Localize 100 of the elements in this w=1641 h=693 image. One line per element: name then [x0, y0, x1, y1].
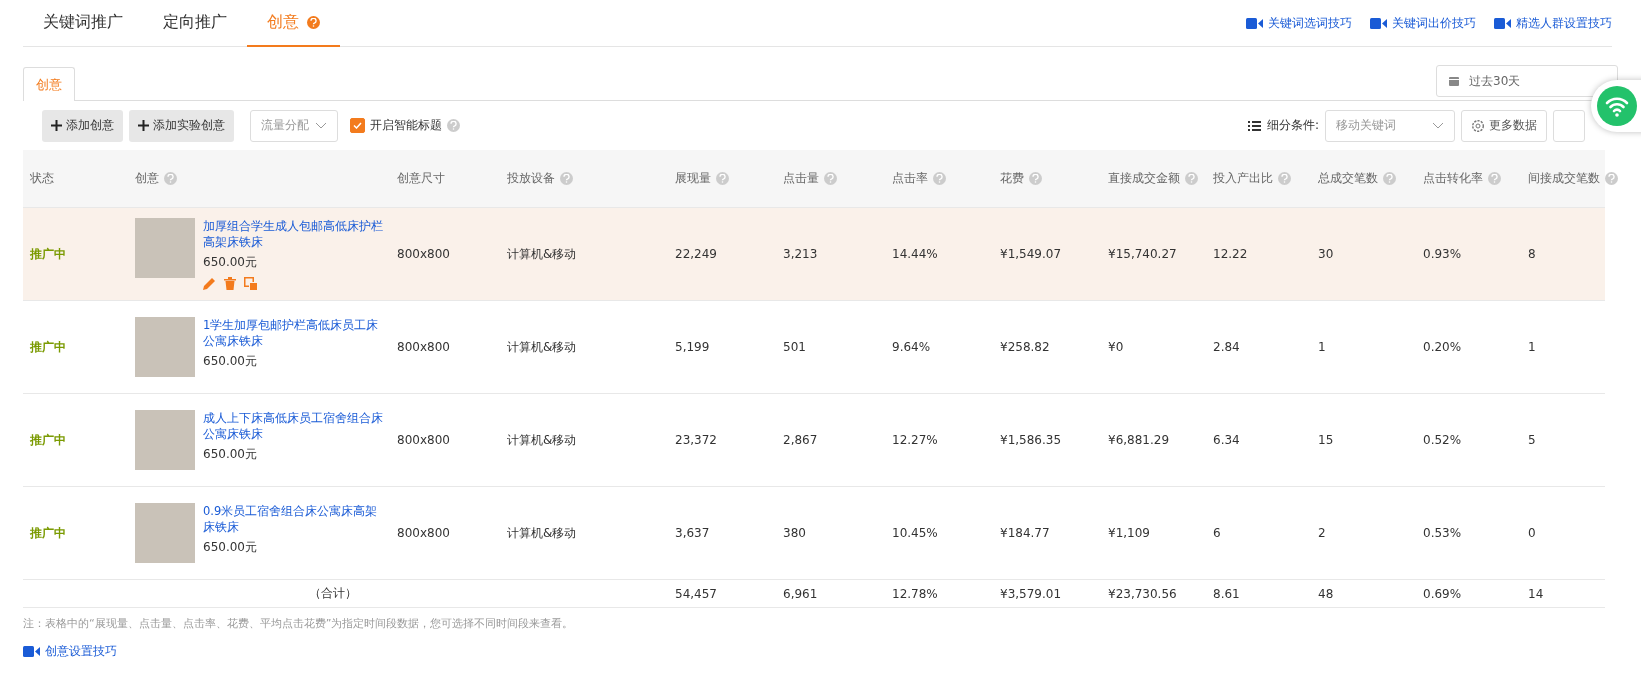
video-camera-icon [1494, 17, 1511, 29]
replace-image-icon[interactable] [244, 277, 257, 290]
table-cell-text: 800x800 [397, 433, 451, 447]
table-cell-text: 0.53% [1423, 526, 1463, 540]
help-icon[interactable] [1488, 172, 1501, 185]
status-text: 推广中 [30, 338, 67, 356]
table-cell-text: ¥23,730.56 [1108, 586, 1178, 601]
collapse-button[interactable] [1553, 109, 1585, 142]
table-cell-text: 计算机&移动 [507, 431, 578, 449]
column-header: 点击率 [892, 170, 1000, 187]
table-cell-text: ¥6,881.29 [1108, 433, 1171, 447]
table-cell-text: 0.93% [1423, 247, 1463, 261]
table-cell-text: 6,961 [783, 586, 819, 601]
table-cell-text: ¥3,579.01 [1000, 586, 1063, 601]
status-text: 推广中 [30, 524, 67, 542]
tip-link[interactable]: 精选人群设置技巧 [1494, 14, 1612, 32]
table-cell-text: 48 [1318, 586, 1335, 601]
table-cell-text: ¥1,549.07 [1000, 247, 1063, 261]
floating-widget[interactable] [1591, 80, 1641, 132]
column-header: 总成交笔数 [1318, 170, 1423, 187]
help-icon[interactable] [1605, 172, 1618, 185]
table-cell-text: 12.27% [892, 433, 939, 447]
column-header: 投放设备 [507, 170, 675, 187]
table-cell-text: 2.84 [1213, 340, 1241, 354]
help-icon[interactable] [716, 172, 729, 185]
table-cell-text: 12.22 [1213, 247, 1249, 261]
column-header: 投入产出比 [1213, 170, 1318, 187]
table-cell-text: 5 [1528, 433, 1537, 447]
column-header: 展现量 [675, 170, 783, 187]
help-icon[interactable] [560, 172, 573, 185]
column-header: 点击量 [783, 170, 892, 187]
table-cell-text: 12.78% [892, 586, 939, 601]
table-cell-text: 0.52% [1423, 433, 1463, 447]
smart-title-checkbox[interactable]: 开启智能标题 [350, 117, 460, 134]
table-cell-text: ¥258.82 [1000, 340, 1051, 354]
price-text: 650.00元 [203, 446, 258, 463]
table-cell-text: 22,249 [675, 247, 718, 261]
column-header: 直接成交金额 [1108, 170, 1213, 187]
help-icon[interactable] [164, 172, 177, 185]
video-camera-icon [1246, 17, 1263, 29]
add-button[interactable]: 添加实验创意 [129, 109, 234, 142]
table-cell-text: 501 [783, 340, 807, 354]
help-icon[interactable] [824, 172, 837, 185]
table-cell-text: 14.44% [892, 247, 939, 261]
tip-link[interactable]: 创意设置技巧 [23, 643, 1618, 660]
chevron-down-icon [315, 122, 327, 129]
help-icon[interactable] [933, 172, 946, 185]
list-icon [1247, 120, 1261, 131]
help-icon[interactable] [307, 16, 320, 29]
more-data-button[interactable]: 更多数据 [1461, 109, 1547, 142]
table-cell-text: 8.61 [1213, 586, 1241, 601]
help-icon[interactable] [1029, 172, 1042, 185]
photo-placeholder [135, 317, 195, 377]
table-cell-text: 800x800 [397, 526, 451, 540]
wifi-icon [1597, 86, 1637, 126]
help-icon[interactable] [447, 119, 460, 132]
plus-icon [51, 120, 62, 131]
table-cell-text: 14 [1528, 586, 1545, 601]
nav-tab[interactable]: 定向推广 [143, 0, 247, 47]
help-icon[interactable] [1185, 172, 1198, 185]
table-cell-text: ¥1,586.35 [1000, 433, 1063, 447]
table-cell-text: 30 [1318, 247, 1335, 261]
help-icon[interactable] [1383, 172, 1396, 185]
photo-placeholder [135, 410, 195, 470]
table-cell-text: 2 [1318, 526, 1327, 540]
add-button[interactable]: 添加创意 [42, 109, 123, 142]
table-cell-text: 23,372 [675, 433, 718, 447]
table-cell-text: 6.34 [1213, 433, 1241, 447]
delete-icon[interactable] [224, 277, 236, 290]
price-text: 650.00元 [203, 539, 258, 556]
table-cell-text: 6 [1213, 526, 1222, 540]
table-cell-text: ¥0 [1108, 340, 1125, 354]
table-cell-text: ¥184.77 [1000, 526, 1051, 540]
plus-icon [138, 120, 149, 131]
tip-link[interactable]: 关键词出价技巧 [1370, 14, 1476, 32]
nav-tab[interactable]: 关键词推广 [23, 0, 143, 47]
check-icon [353, 122, 362, 129]
total-label: （合计） [307, 585, 358, 602]
video-camera-icon [23, 646, 40, 657]
table-cell-text: 3,213 [783, 247, 819, 261]
table-cell-text: 计算机&移动 [507, 338, 578, 356]
table-cell-text: 0 [1528, 526, 1537, 540]
column-header: 点击转化率 [1423, 170, 1528, 187]
table-cell-text: 0.20% [1423, 340, 1463, 354]
status-text: 推广中 [30, 245, 67, 263]
creative-title-link[interactable]: 加厚组合学生成人包邮高低床护栏高架床铁床 [203, 218, 383, 250]
help-icon[interactable] [1278, 172, 1291, 185]
table-cell-text: 3,637 [675, 526, 711, 540]
table-cell-text: 8 [1528, 247, 1537, 261]
edit-icon[interactable] [203, 277, 216, 290]
segment-label: 细分条件: [1266, 117, 1319, 134]
creative-title-link[interactable]: 0.9米员工宿舍组合床公寓床高架床铁床 [203, 503, 383, 535]
price-text: 650.00元 [203, 254, 258, 271]
table-row[interactable]: 推广中 加厚组合学生成人包邮高低床护栏高架床铁床 650.00元 800x800 计算机&移动 22,249 3,213 14.44% ¥1,549.07 ¥15,740.27 12.22 30 0.93% 8 [23, 208, 1605, 301]
chevron-down-icon [1432, 122, 1444, 129]
table-cell-text: 9.64% [892, 340, 932, 354]
tip-link[interactable]: 关键词选词技巧 [1246, 14, 1352, 32]
creative-title-link[interactable]: 成人上下床高低床员工宿舍组合床公寓床铁床 [203, 410, 383, 442]
creative-title-link[interactable]: 1学生加厚包邮护栏高低床员工床公寓床铁床 [203, 317, 383, 349]
table-cell-text: 800x800 [397, 247, 451, 261]
